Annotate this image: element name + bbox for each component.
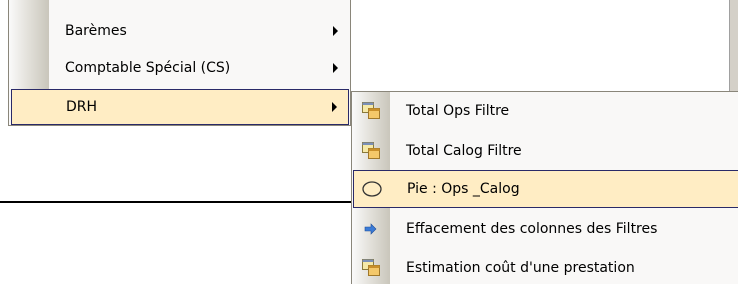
drh-submenu: Total Ops Filtre Total Calog Filtre Pie … (351, 91, 738, 284)
menu-item-label: Barèmes (65, 23, 127, 39)
background-divider-line (0, 201, 352, 203)
submenu-item-total-ops-filtre[interactable]: Total Ops Filtre (353, 92, 738, 130)
menu-item-comptable-special[interactable]: Comptable Spécial (CS) (11, 50, 349, 86)
submenu-item-estimation-cout[interactable]: Estimation coût d'une prestation (353, 249, 738, 284)
submenu-arrow-icon (333, 63, 338, 73)
submenu-item-effacement-colonnes[interactable]: Effacement des colonnes des Filtres (353, 210, 738, 248)
screen: Barèmes Comptable Spécial (CS) DRH Total… (0, 0, 738, 284)
submenu-item-pie-ops-calog[interactable]: Pie : Ops _Calog (353, 170, 738, 208)
stacked-windows-icon (361, 258, 381, 278)
menu-item-label: Comptable Spécial (CS) (65, 60, 231, 76)
menu-item-baremes[interactable]: Barèmes (11, 13, 349, 49)
submenu-item-label: Pie : Ops _Calog (407, 181, 520, 197)
submenu-item-label: Total Calog Filtre (406, 143, 522, 159)
submenu-arrow-icon (332, 102, 337, 112)
context-menu: Barèmes Comptable Spécial (CS) DRH (8, 0, 351, 126)
submenu-item-label: Estimation coût d'une prestation (406, 260, 635, 276)
menu-item-label: DRH (66, 99, 98, 115)
ellipse-icon (362, 179, 382, 199)
submenu-item-label: Total Ops Filtre (406, 103, 510, 119)
menu-item-drh[interactable]: DRH (11, 89, 349, 125)
submenu-arrow-icon (333, 26, 338, 36)
stacked-windows-icon (361, 101, 381, 121)
submenu-item-total-calog-filtre[interactable]: Total Calog Filtre (353, 132, 738, 170)
submenu-item-label: Effacement des colonnes des Filtres (406, 221, 658, 237)
stacked-windows-icon (361, 141, 381, 161)
blue-arrow-icon (361, 219, 381, 239)
background-window-edge (729, 0, 738, 91)
